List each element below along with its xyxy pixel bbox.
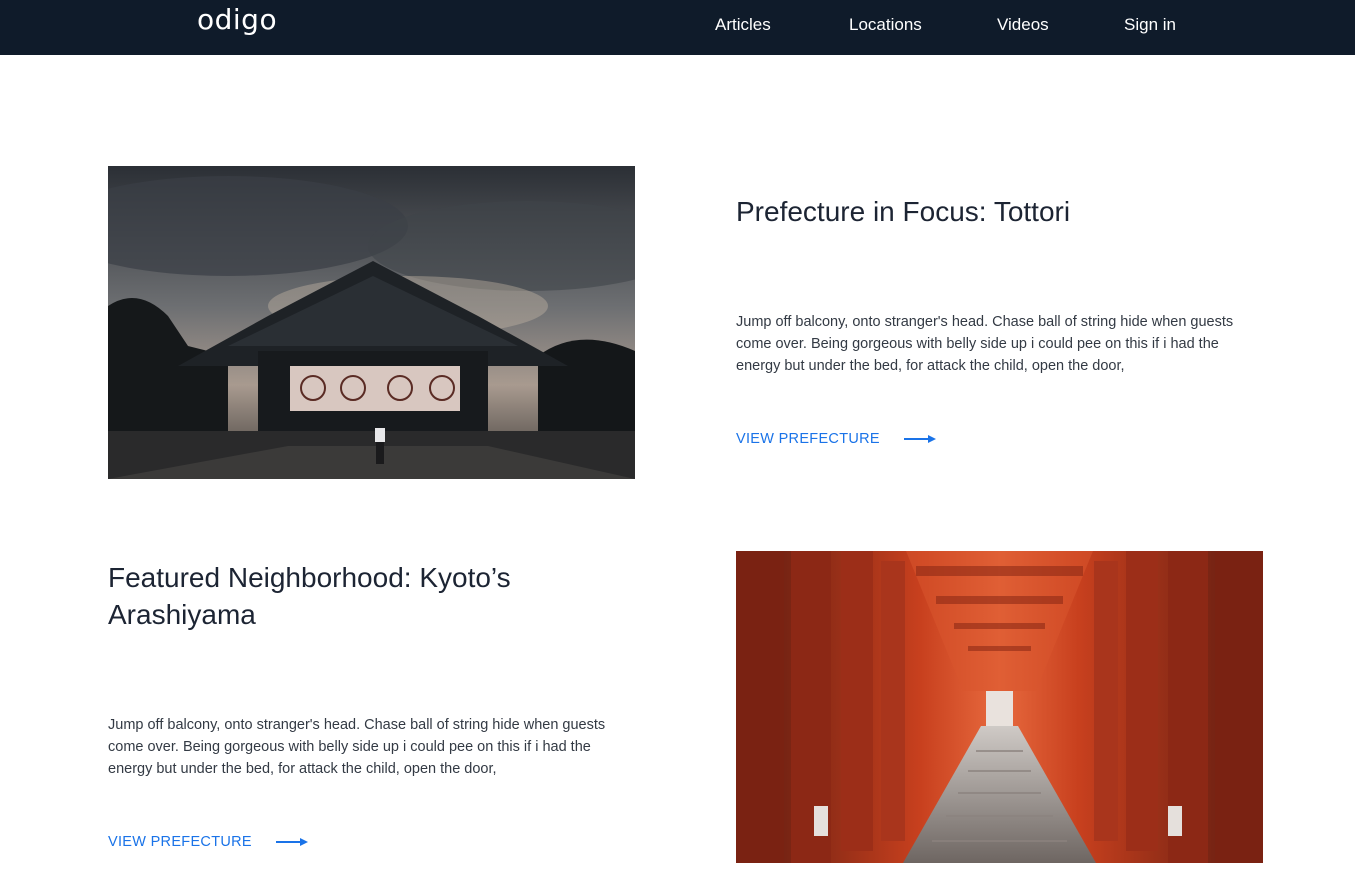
view-prefecture-link[interactable]: VIEW PREFECTURE (108, 834, 308, 850)
view-prefecture-label: VIEW PREFECTURE (108, 834, 252, 850)
feature-description: Jump off balcony, onto stranger's head. … (108, 717, 606, 777)
arrow-right-icon (275, 838, 308, 846)
temple-photo (108, 166, 635, 479)
site-logo[interactable]: odigo (197, 3, 277, 36)
view-prefecture-label: VIEW PREFECTURE (736, 431, 880, 447)
nav-link-sign-in[interactable]: Sign in (1124, 14, 1176, 38)
nav-link-videos[interactable]: Videos (997, 14, 1049, 38)
top-nav-bar: odigo Articles Locations Videos Sign in (0, 0, 1355, 55)
view-prefecture-link[interactable]: VIEW PREFECTURE (736, 431, 936, 447)
arrow-right-icon (903, 435, 936, 443)
feature-title: Featured Neighborhood: Kyoto’s Arashiyam… (108, 562, 511, 630)
feature-description: Jump off balcony, onto stranger's head. … (736, 314, 1234, 374)
feature-title: Prefecture in Focus: Tottori (736, 196, 1071, 227)
nav-link-articles[interactable]: Articles (715, 14, 771, 38)
nav-link-locations[interactable]: Locations (849, 14, 922, 38)
torii-gates-photo (736, 551, 1263, 863)
